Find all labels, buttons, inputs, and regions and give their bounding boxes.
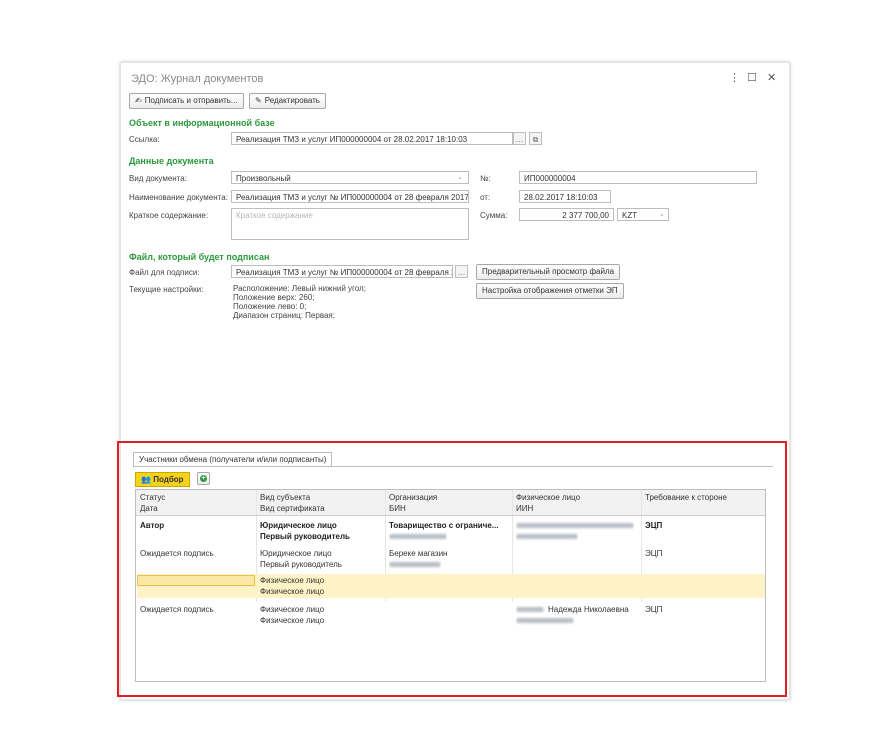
currency-chevron-icon[interactable]: ⌄ bbox=[659, 210, 665, 218]
row2-status[interactable]: Ожидается подпись bbox=[140, 549, 214, 558]
doc-type-label: Вид документа: bbox=[129, 174, 187, 183]
doc-name-label: Наименование документа: bbox=[129, 193, 228, 202]
more-menu-icon[interactable]: ⋮ bbox=[729, 71, 740, 84]
row4-person[interactable]: Надежда Николаевна bbox=[516, 605, 629, 614]
pencil-icon: ✎ bbox=[255, 96, 262, 105]
row1-iin-redacted bbox=[516, 532, 578, 541]
preview-file-button[interactable]: Предварительный просмотр файла bbox=[476, 264, 621, 280]
sign-and-send-label: Подписать и отправить... bbox=[144, 96, 238, 105]
sum-field[interactable]: 2 377 700,00 bbox=[519, 208, 614, 221]
signature-icon: ✍ bbox=[135, 96, 142, 105]
col-requirement[interactable]: Требование к стороне bbox=[645, 493, 727, 502]
col-iin[interactable]: ИИН bbox=[516, 504, 533, 513]
row1-person-redacted bbox=[516, 521, 634, 530]
link-field[interactable]: Реализация ТМЗ и услуг ИП000000004 от 28… bbox=[231, 132, 513, 145]
plus-icon: + bbox=[200, 475, 207, 482]
pick-label: Подбор bbox=[153, 475, 184, 484]
row4-subject[interactable]: Физическое лицо bbox=[260, 605, 324, 614]
file-label: Файл для подписи: bbox=[129, 268, 200, 277]
col-person[interactable]: Физическое лицо bbox=[516, 493, 580, 502]
add-participant-button[interactable]: + bbox=[197, 472, 210, 485]
summary-textarea[interactable]: Краткое содержание bbox=[231, 208, 469, 240]
document-section-heading: Данные документа bbox=[129, 156, 214, 166]
edit-button[interactable]: ✎ Редактировать bbox=[249, 93, 326, 109]
settings-line: Положение лево: 0; bbox=[233, 302, 307, 311]
window-title: ЭДО: Журнал документов bbox=[131, 73, 264, 85]
people-icon: 👥 bbox=[141, 475, 151, 484]
row4-requirement[interactable]: ЭЦП bbox=[645, 605, 662, 614]
row1-status[interactable]: Автор bbox=[140, 521, 164, 530]
row2-subject[interactable]: Юридическое лицо bbox=[260, 549, 332, 558]
tab-divider bbox=[133, 466, 773, 467]
col-status[interactable]: Статус bbox=[140, 493, 165, 502]
row3-subject[interactable]: Физическое лицо bbox=[260, 576, 324, 585]
date-label: от: bbox=[480, 193, 491, 202]
maximize-icon[interactable]: ☐ bbox=[747, 71, 757, 84]
sign-and-send-button[interactable]: ✍ Подписать и отправить... bbox=[129, 93, 244, 109]
row2-requirement[interactable]: ЭЦП bbox=[645, 549, 662, 558]
doc-type-select[interactable]: Произвольный bbox=[231, 171, 469, 184]
settings-line: Расположение: Левый нижний угол; bbox=[233, 284, 366, 293]
file-field[interactable]: Реализация ТМЗ и услуг № ИП000000004 от … bbox=[231, 265, 453, 278]
row4-person-name: Надежда Николаевна bbox=[548, 605, 629, 614]
close-icon[interactable]: ✕ bbox=[767, 71, 776, 84]
object-section-heading: Объект в информационной базе bbox=[129, 118, 275, 128]
pick-button[interactable]: 👥 Подбор bbox=[135, 472, 190, 487]
summary-label: Краткое содержание: bbox=[129, 211, 209, 220]
row2-bin-redacted bbox=[389, 560, 441, 569]
row4-cert[interactable]: Физическое лицо bbox=[260, 616, 324, 625]
row1-cert[interactable]: Первый руководитель bbox=[260, 532, 350, 541]
link-open-icon[interactable]: ⧉ bbox=[529, 132, 542, 145]
link-select-button[interactable]: … bbox=[513, 132, 526, 145]
participants-table[interactable]: Статус Вид субъекта Организация Физическ… bbox=[135, 489, 766, 682]
doc-name-field[interactable]: Реализация ТМЗ и услуг № ИП000000004 от … bbox=[231, 190, 469, 203]
row1-bin-redacted bbox=[389, 532, 447, 541]
row1-requirement[interactable]: ЭЦП bbox=[645, 521, 662, 530]
settings-label: Текущие настройки: bbox=[129, 285, 204, 294]
date-field[interactable]: 28.02.2017 18:10:03 bbox=[519, 190, 611, 203]
edit-label: Редактировать bbox=[264, 96, 320, 105]
row1-org[interactable]: Товарищество с ограниче... bbox=[389, 521, 509, 530]
col-cert-type[interactable]: Вид сертификата bbox=[260, 504, 325, 513]
row3-cert[interactable]: Физическое лицо bbox=[260, 587, 324, 596]
file-select-button[interactable]: … bbox=[455, 265, 468, 278]
row1-subject[interactable]: Юридическое лицо bbox=[260, 521, 337, 530]
tab-participants[interactable]: Участники обмена (получатели и/или подпи… bbox=[133, 452, 333, 467]
row2-org[interactable]: Береке магазин bbox=[389, 549, 447, 558]
settings-line: Положение верх: 260; bbox=[233, 293, 315, 302]
settings-text: Расположение: Левый нижний угол; Положен… bbox=[233, 284, 366, 320]
link-label: Ссылка: bbox=[129, 135, 160, 144]
row2-cert[interactable]: Первый руководитель bbox=[260, 560, 342, 569]
col-date[interactable]: Дата bbox=[140, 504, 158, 513]
row4-status[interactable]: Ожидается подпись bbox=[140, 605, 214, 614]
row3-status-cell[interactable] bbox=[137, 575, 255, 586]
settings-line: Диапазон страниц: Первая; bbox=[233, 311, 335, 320]
stamp-settings-button[interactable]: Настройка отображения отметки ЭП bbox=[476, 283, 624, 299]
row4-iin-redacted bbox=[516, 616, 574, 625]
chevron-down-icon[interactable]: ⌄ bbox=[457, 173, 463, 181]
number-label: №: bbox=[480, 174, 491, 183]
number-field[interactable]: ИП000000004 bbox=[519, 171, 757, 184]
file-section-heading: Файл, который будет подписан bbox=[129, 252, 270, 262]
sum-label: Сумма: bbox=[480, 211, 508, 220]
col-subject[interactable]: Вид субъекта bbox=[260, 493, 310, 502]
col-bin[interactable]: БИН bbox=[389, 504, 406, 513]
col-organization[interactable]: Организация bbox=[389, 493, 437, 502]
